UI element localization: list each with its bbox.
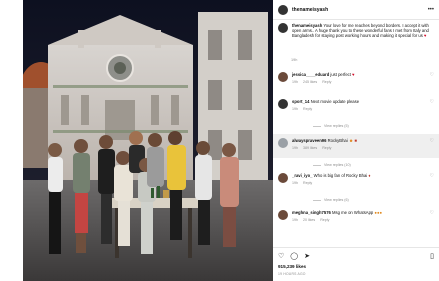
comment-username[interactable]: _ravi_iyo_ xyxy=(292,173,313,178)
comment-time: 19h xyxy=(292,146,298,151)
post-time-ago: 19 HOURS AGO xyxy=(278,272,306,276)
comment-text: Who is big fan of Rocky Bhai xyxy=(313,173,368,178)
comment-line: _ravi_iyo_ Who is big fan of Rocky Bhai … xyxy=(292,173,424,178)
comment-item: alwayspraveen96 RockyBhai ☻ ■ 19h 389 li… xyxy=(278,138,434,150)
view-replies-label[interactable]: View replies (10) xyxy=(324,163,351,167)
emoji-icon: ■ xyxy=(354,138,357,143)
divider xyxy=(273,247,439,248)
comment-username[interactable]: alwayspraveen96 xyxy=(292,138,326,143)
emoji-icon: ●●● xyxy=(374,210,383,215)
comment-meta: 19h 245 likes Reply xyxy=(292,80,424,84)
emoji-icon: ☻ xyxy=(348,138,354,143)
heart-icon[interactable]: ♡ xyxy=(278,252,284,260)
divider xyxy=(313,164,321,166)
reply-button[interactable]: Reply xyxy=(322,146,331,150)
comment-item: jessica____eduard just perfect ♥ 19h 245… xyxy=(278,72,434,84)
reply-button[interactable]: Reply xyxy=(320,218,329,222)
comment-icon[interactable]: ◯ xyxy=(290,252,298,260)
comment-likes[interactable]: 20 likes xyxy=(303,218,315,222)
view-replies-button[interactable]: View replies (6) xyxy=(313,198,349,202)
comment-text: Next movie update please xyxy=(310,99,360,104)
comment-line: meghna_singh7576 Msg me on WhatsApp ●●● xyxy=(292,210,424,215)
send-icon[interactable]: ➤ xyxy=(304,252,310,260)
comment-time: 19h xyxy=(292,80,298,85)
view-replies-button[interactable]: View replies (5) xyxy=(313,124,349,128)
view-replies-button[interactable]: View replies (10) xyxy=(313,163,351,167)
comment-line: alwayspraveen96 RockyBhai ☻ ■ xyxy=(292,138,424,143)
caption-text-block: thenameisyash Your love for me reaches b… xyxy=(292,23,431,39)
comment-likes[interactable]: 245 likes xyxy=(303,80,317,84)
comment-meta: 19h 20 likes Reply xyxy=(292,218,424,222)
heart-icon[interactable]: ♡ xyxy=(428,99,434,111)
comment-meta: 19h 389 likes Reply xyxy=(292,146,424,150)
likes-count[interactable]: 915,239 likes xyxy=(278,264,306,269)
emoji-icon: ♦ xyxy=(368,173,371,178)
comment-line: jessica____eduard just perfect ♥ xyxy=(292,72,424,77)
comment-item: sport_14 Next movie update please 19h Re… xyxy=(278,99,434,111)
comment-time: 19h xyxy=(292,218,298,223)
night-cathedral-group-photo xyxy=(23,0,273,281)
reply-button[interactable]: Reply xyxy=(322,80,331,84)
heart-icon[interactable]: ♡ xyxy=(428,173,434,185)
more-horizontal-icon[interactable]: ••• xyxy=(428,7,434,13)
comment-line: sport_14 Next movie update please xyxy=(292,99,424,104)
post-username[interactable]: thenameisyash xyxy=(292,7,328,13)
avatar[interactable] xyxy=(278,173,288,183)
heart-icon[interactable]: ♡ xyxy=(428,72,434,84)
comment-username[interactable]: meghna_singh7576 xyxy=(292,210,331,215)
comment-meta: 19h Reply xyxy=(292,181,424,185)
comment-time: 19h xyxy=(292,107,298,112)
view-replies-label[interactable]: View replies (5) xyxy=(324,124,349,128)
avatar[interactable] xyxy=(278,99,288,109)
comment-item: meghna_singh7576 Msg me on WhatsApp ●●● … xyxy=(278,210,434,222)
comment-likes[interactable]: 389 likes xyxy=(303,146,317,150)
comment-item: _ravi_iyo_ Who is big fan of Rocky Bhai … xyxy=(278,173,434,185)
comment-username[interactable]: sport_14 xyxy=(292,99,309,104)
comment-text: just perfect xyxy=(330,72,351,77)
avatar[interactable] xyxy=(278,23,288,33)
heart-icon[interactable]: ♡ xyxy=(428,210,434,222)
comment-username[interactable]: jessica____eduard xyxy=(292,72,329,77)
comment-meta: 19h Reply xyxy=(292,107,424,111)
reply-button[interactable]: Reply xyxy=(303,181,312,185)
post-side-panel: thenameisyash ••• thenameisyash Your lov… xyxy=(273,0,439,281)
post-caption: thenameisyash Your love for me reaches b… xyxy=(278,23,431,39)
heart-icon[interactable]: ♡ xyxy=(428,138,434,150)
avatar[interactable] xyxy=(278,5,288,15)
view-replies-label[interactable]: View replies (6) xyxy=(324,198,349,202)
avatar[interactable] xyxy=(278,72,288,82)
bookmark-icon[interactable]: ▯ xyxy=(430,252,434,260)
comment-text: Msg me on WhatsApp xyxy=(332,210,374,215)
caption-timestamp: 19h xyxy=(291,58,298,62)
post-actions: ♡ ◯ ➤ ▯ xyxy=(278,252,434,260)
post-photo[interactable] xyxy=(23,0,273,281)
comment-time: 19h xyxy=(292,181,298,186)
divider xyxy=(313,125,321,127)
divider xyxy=(273,19,439,20)
emoji-heart-icon: ♥ xyxy=(352,72,355,77)
reply-button[interactable]: Reply xyxy=(303,107,312,111)
red-heart-icon: ♥ xyxy=(424,33,427,39)
post-header: thenameisyash ••• xyxy=(278,3,434,17)
avatar[interactable] xyxy=(278,210,288,220)
comment-text: RockyBhai xyxy=(327,138,348,143)
divider xyxy=(313,199,321,201)
avatar[interactable] xyxy=(278,138,288,148)
instagram-post-view: thenameisyash ••• thenameisyash Your lov… xyxy=(0,0,439,281)
